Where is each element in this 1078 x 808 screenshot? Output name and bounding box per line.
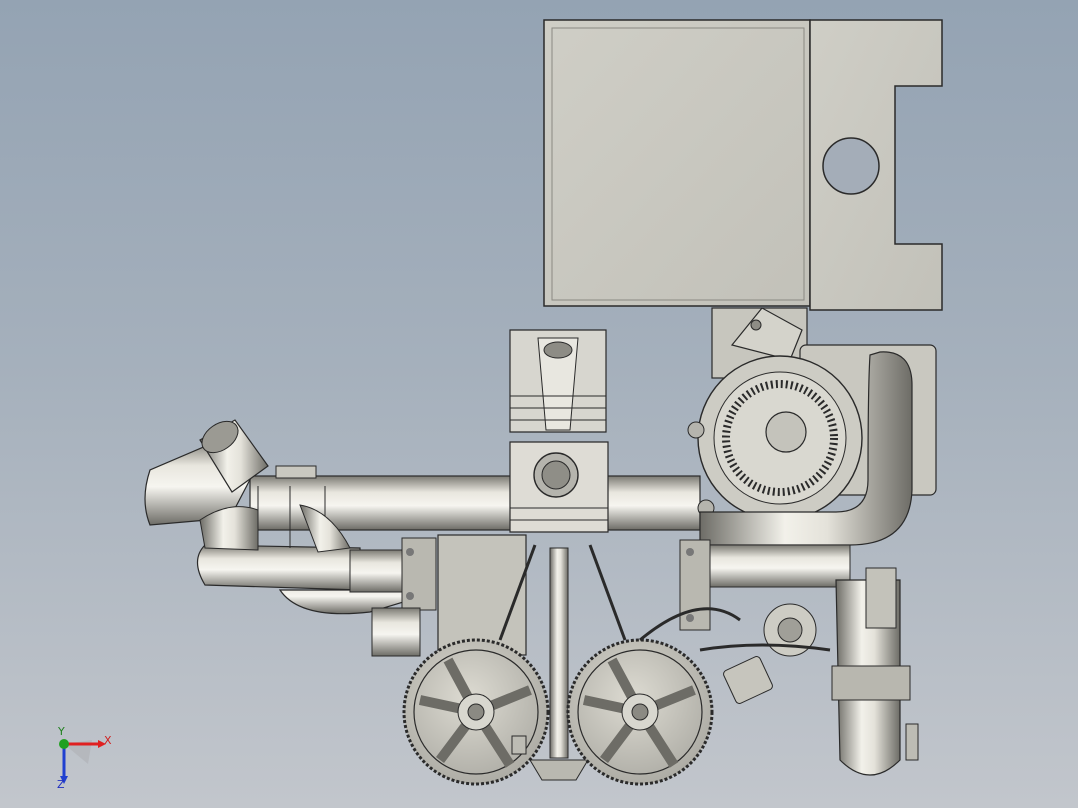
turbo-compressor[interactable]	[687, 355, 863, 521]
coordinate-triad: X Y Z	[48, 725, 118, 792]
air-box-housing[interactable]	[543, 19, 943, 311]
exhaust-flange-right[interactable]	[679, 539, 711, 631]
cam-gear-left[interactable]	[402, 638, 550, 786]
cad-viewport[interactable]: X Y Z	[0, 0, 1078, 808]
cam-gear-right[interactable]	[566, 638, 714, 786]
axis-label-y: Y	[58, 725, 65, 738]
axis-label-x: X	[104, 734, 112, 747]
piston-assembly[interactable]	[509, 329, 609, 533]
engine-block[interactable]	[437, 534, 527, 656]
axis-label-z: Z	[57, 778, 65, 791]
engine-assembly-model[interactable]	[0, 0, 1078, 808]
